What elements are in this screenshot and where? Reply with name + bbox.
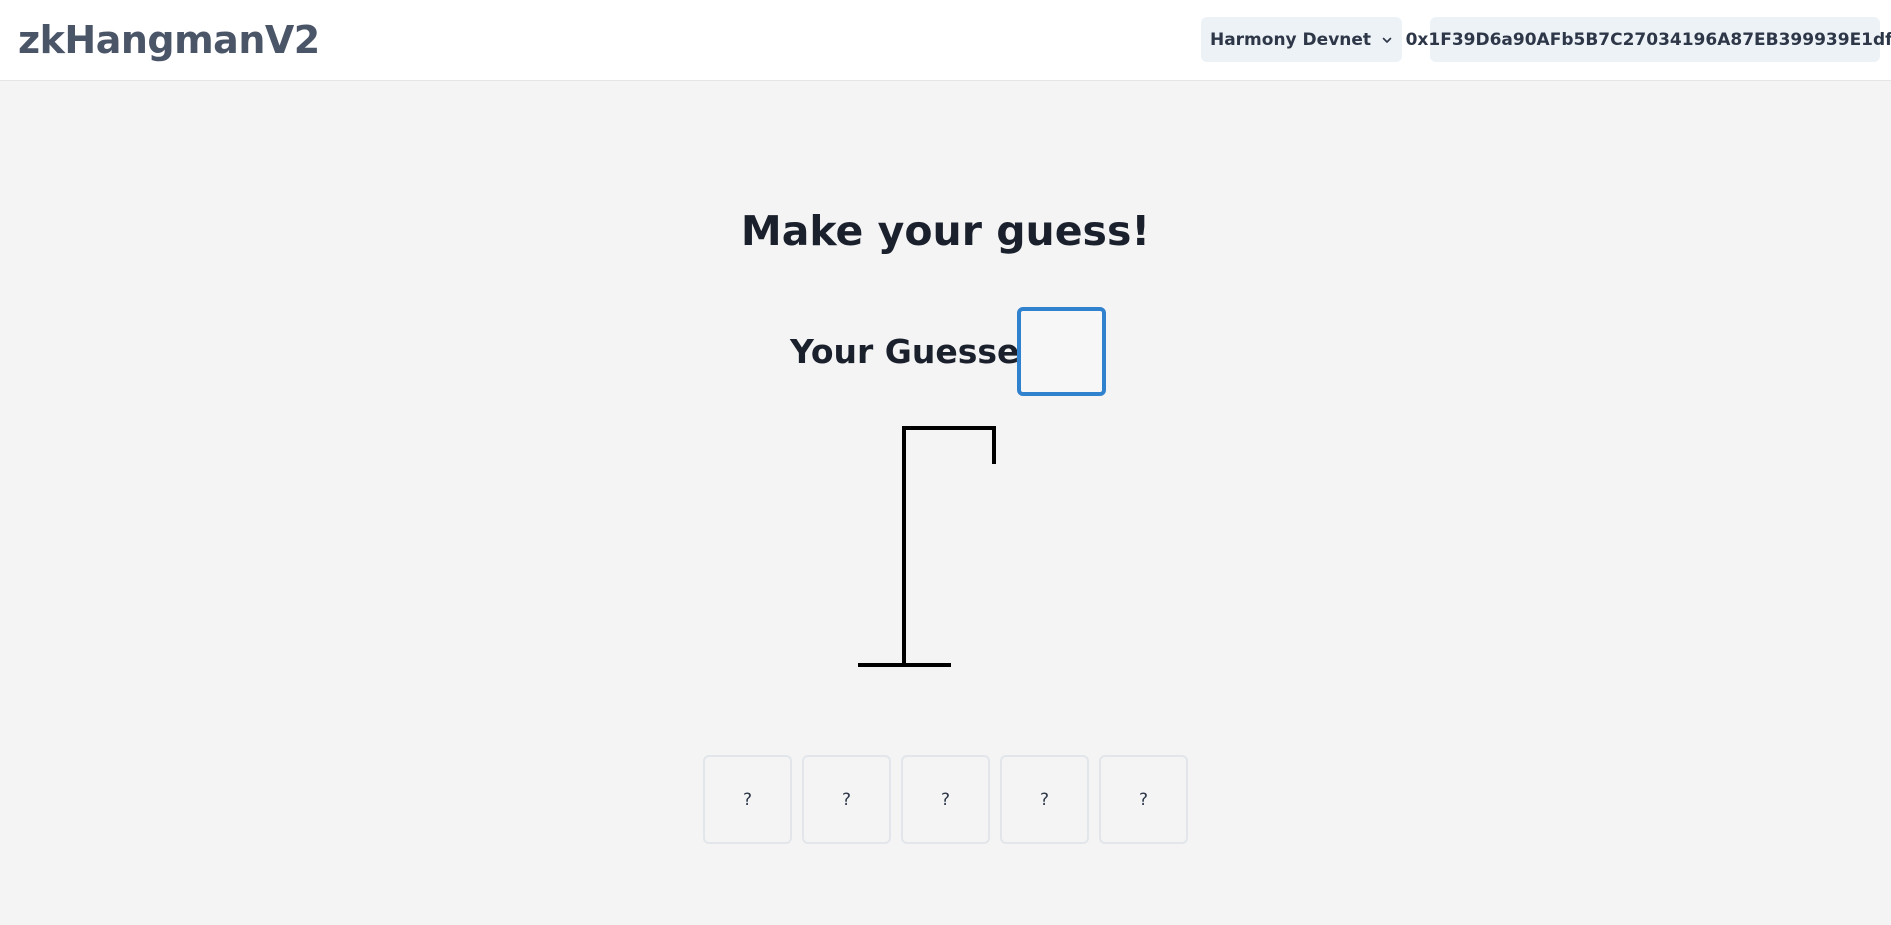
network-select-button[interactable]: Harmony Devnet [1201, 17, 1402, 62]
guess-input[interactable] [1017, 307, 1106, 396]
letter-box: ? [901, 755, 990, 844]
letter-box: ? [1000, 755, 1089, 844]
letter-box: ? [1099, 755, 1188, 844]
guess-row: Your Guesses: [0, 307, 1891, 397]
word-letters: ? ? ? ? ? [0, 755, 1891, 845]
account-address: 0x1F39D6a90AFb5B7C27034196A87EB399939E1d… [1405, 29, 1891, 50]
network-label: Harmony Devnet [1209, 29, 1372, 50]
chevron-down-icon [1381, 34, 1393, 46]
page-title: Make your guess! [740, 207, 1151, 255]
account-address-button[interactable]: 0x1F39D6a90AFb5B7C27034196A87EB399939E1d… [1406, 17, 1891, 62]
guesses-label: Your Guesses: [790, 332, 1053, 371]
letter-box: ? [703, 755, 792, 844]
app-header: zkHangmanV2 Harmony Devnet 0x1F39D6a90AF… [0, 0, 1891, 81]
gallows-icon [858, 426, 996, 667]
app-title: zkHangmanV2 [18, 18, 320, 62]
letter-box: ? [802, 755, 891, 844]
